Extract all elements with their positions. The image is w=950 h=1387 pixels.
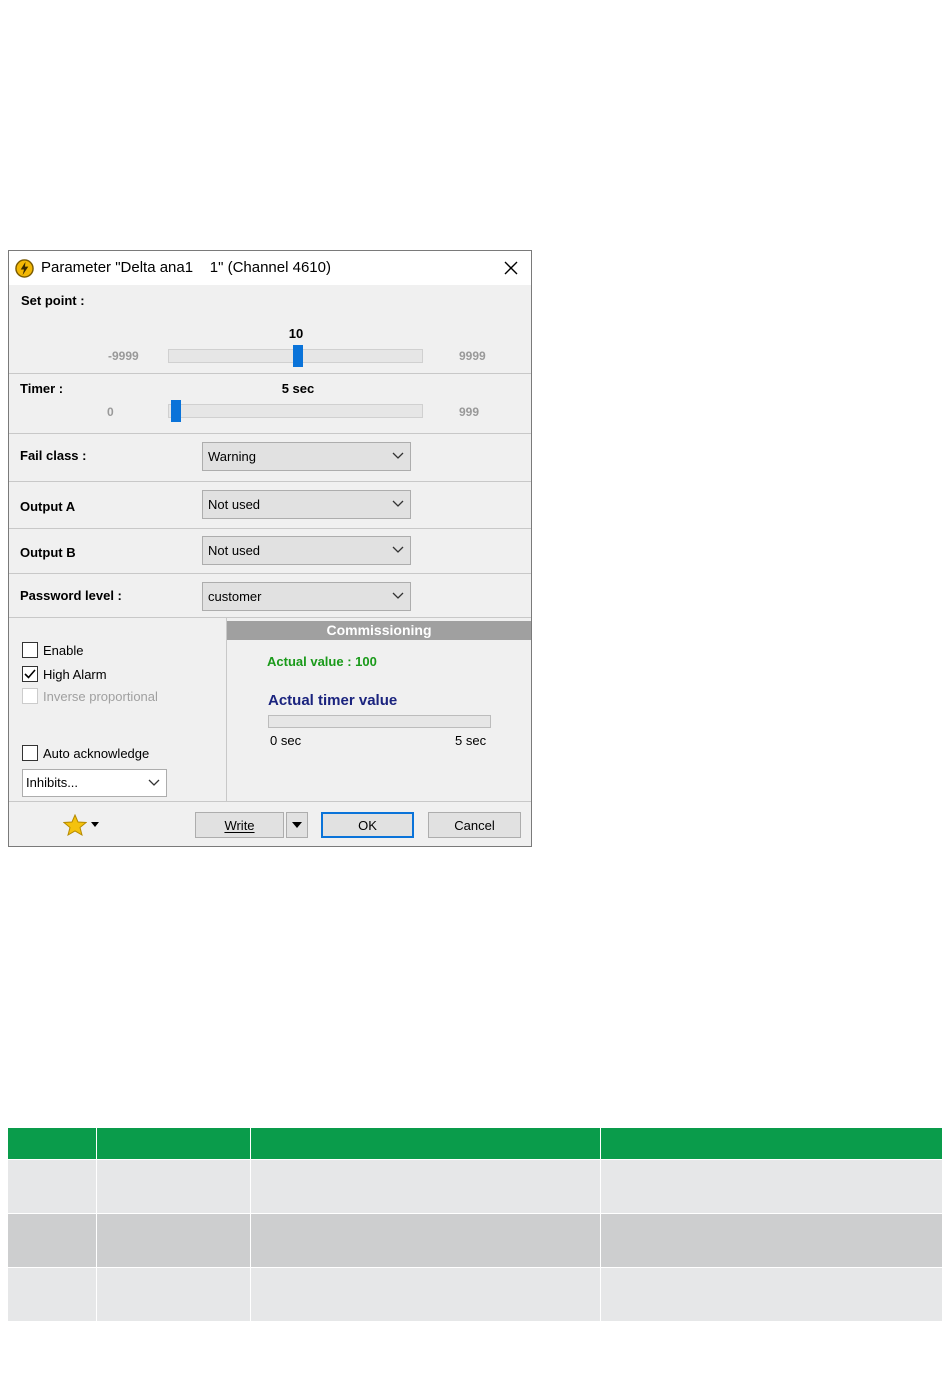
fail-class-row: Fail class : Warning bbox=[9, 434, 531, 482]
output-b-label: Output B bbox=[20, 545, 76, 560]
options-divider bbox=[226, 618, 227, 801]
enable-checkbox[interactable] bbox=[22, 642, 38, 658]
output-b-row: Output B Not used bbox=[9, 529, 531, 574]
cancel-button[interactable]: Cancel bbox=[428, 812, 521, 838]
actual-timer-label: Actual timer value bbox=[268, 692, 398, 709]
enable-label: Enable bbox=[43, 642, 84, 658]
table-cell bbox=[249, 1158, 600, 1213]
write-dropdown-button[interactable] bbox=[286, 812, 308, 838]
table-cell bbox=[249, 1212, 600, 1267]
actual-timer-progress bbox=[268, 715, 491, 728]
timer-value: 5 sec bbox=[281, 381, 315, 396]
table-cell bbox=[8, 1158, 96, 1213]
write-button[interactable]: Write bbox=[195, 812, 284, 838]
set-point-label: Set point : bbox=[21, 293, 85, 308]
output-a-row: Output A Not used bbox=[9, 482, 531, 529]
table-cell bbox=[599, 1212, 942, 1267]
title-bar[interactable]: Parameter "Delta ana1 1" (Channel 4610) bbox=[9, 251, 531, 285]
output-a-dropdown[interactable]: Not used bbox=[202, 490, 411, 519]
chevron-down-icon bbox=[392, 500, 404, 507]
output-b-selected: Not used bbox=[208, 543, 261, 558]
caret-down-icon bbox=[292, 821, 302, 828]
commissioning-header: Commissioning bbox=[227, 621, 531, 640]
fail-class-label: Fail class : bbox=[20, 448, 87, 463]
enable-option[interactable]: Enable bbox=[22, 641, 83, 659]
chevron-down-icon bbox=[392, 592, 404, 599]
set-point-slider-thumb[interactable] bbox=[292, 345, 303, 367]
favorites-button[interactable] bbox=[63, 813, 107, 837]
table-cell bbox=[599, 1266, 942, 1321]
chevron-down-icon bbox=[392, 546, 404, 553]
auto-acknowledge-option[interactable]: Auto acknowledge bbox=[22, 744, 149, 762]
timer-slider-track[interactable] bbox=[168, 404, 423, 418]
set-point-value: 10 bbox=[288, 326, 304, 341]
high-alarm-label: High Alarm bbox=[43, 666, 107, 682]
table-header-cell bbox=[95, 1128, 250, 1159]
chevron-down-icon bbox=[148, 779, 160, 786]
password-level-row: Password level : customer bbox=[9, 574, 531, 618]
table-cell bbox=[95, 1158, 250, 1213]
timer-label: Timer : bbox=[20, 381, 64, 396]
table-cell bbox=[249, 1266, 600, 1321]
table-cell bbox=[599, 1158, 942, 1213]
fail-class-dropdown[interactable]: Warning bbox=[202, 442, 411, 471]
timer-min: 0 bbox=[107, 405, 114, 419]
close-button[interactable] bbox=[499, 257, 523, 279]
high-alarm-option[interactable]: High Alarm bbox=[22, 665, 107, 683]
table-row bbox=[8, 1212, 942, 1267]
table-cell bbox=[95, 1212, 250, 1267]
output-a-selected: Not used bbox=[208, 497, 261, 512]
close-icon bbox=[504, 261, 518, 275]
password-level-label: Password level : bbox=[20, 588, 122, 603]
timer-section: Timer : 5 sec 0 999 bbox=[9, 374, 531, 434]
high-alarm-checkbox[interactable] bbox=[22, 666, 38, 682]
output-a-label: Output A bbox=[20, 499, 76, 514]
timer-slider-thumb[interactable] bbox=[171, 400, 182, 422]
password-level-dropdown[interactable]: customer bbox=[202, 582, 411, 611]
inverse-proportional-label: Inverse proportional bbox=[43, 688, 158, 704]
table-header-row bbox=[8, 1128, 942, 1159]
app-icon bbox=[15, 259, 34, 278]
inhibits-dropdown[interactable]: Inhibits... bbox=[22, 769, 167, 797]
actual-timer-max: 5 sec bbox=[455, 733, 487, 748]
caret-down-icon bbox=[91, 822, 99, 827]
table-row bbox=[8, 1266, 942, 1321]
fail-class-selected: Warning bbox=[208, 449, 256, 464]
table-header-cell bbox=[249, 1128, 600, 1159]
set-point-min: -9999 bbox=[108, 349, 139, 363]
auto-acknowledge-label: Auto acknowledge bbox=[43, 745, 150, 761]
ok-label: OK bbox=[358, 817, 377, 833]
parameter-table bbox=[8, 1128, 942, 1321]
inverse-proportional-option: Inverse proportional bbox=[22, 687, 158, 705]
inhibits-selected: Inhibits... bbox=[26, 775, 79, 790]
actual-value: Actual value : 100 bbox=[267, 654, 377, 669]
parameter-dialog: Parameter "Delta ana1 1" (Channel 4610) … bbox=[8, 250, 532, 847]
chevron-down-icon bbox=[392, 452, 404, 459]
footer-divider bbox=[9, 801, 531, 802]
table-header-cell bbox=[599, 1128, 942, 1159]
table-row bbox=[8, 1158, 942, 1213]
inverse-proportional-checkbox bbox=[22, 688, 38, 704]
table-cell bbox=[95, 1266, 250, 1321]
table-cell bbox=[8, 1212, 96, 1267]
timer-max: 999 bbox=[459, 405, 480, 419]
cancel-label: Cancel bbox=[454, 817, 495, 833]
ok-button[interactable]: OK bbox=[321, 812, 414, 838]
set-point-section: Set point : 10 -9999 9999 bbox=[9, 285, 531, 374]
set-point-max: 9999 bbox=[459, 349, 486, 363]
star-icon bbox=[63, 814, 87, 836]
auto-acknowledge-checkbox[interactable] bbox=[22, 745, 38, 761]
window-title: Parameter "Delta ana1 1" (Channel 4610) bbox=[41, 259, 331, 276]
password-level-selected: customer bbox=[208, 589, 262, 604]
table-header-cell bbox=[8, 1128, 96, 1159]
actual-timer-min: 0 sec bbox=[270, 733, 302, 748]
table-cell bbox=[8, 1266, 96, 1321]
output-b-dropdown[interactable]: Not used bbox=[202, 536, 411, 565]
write-label: Write bbox=[224, 817, 255, 833]
